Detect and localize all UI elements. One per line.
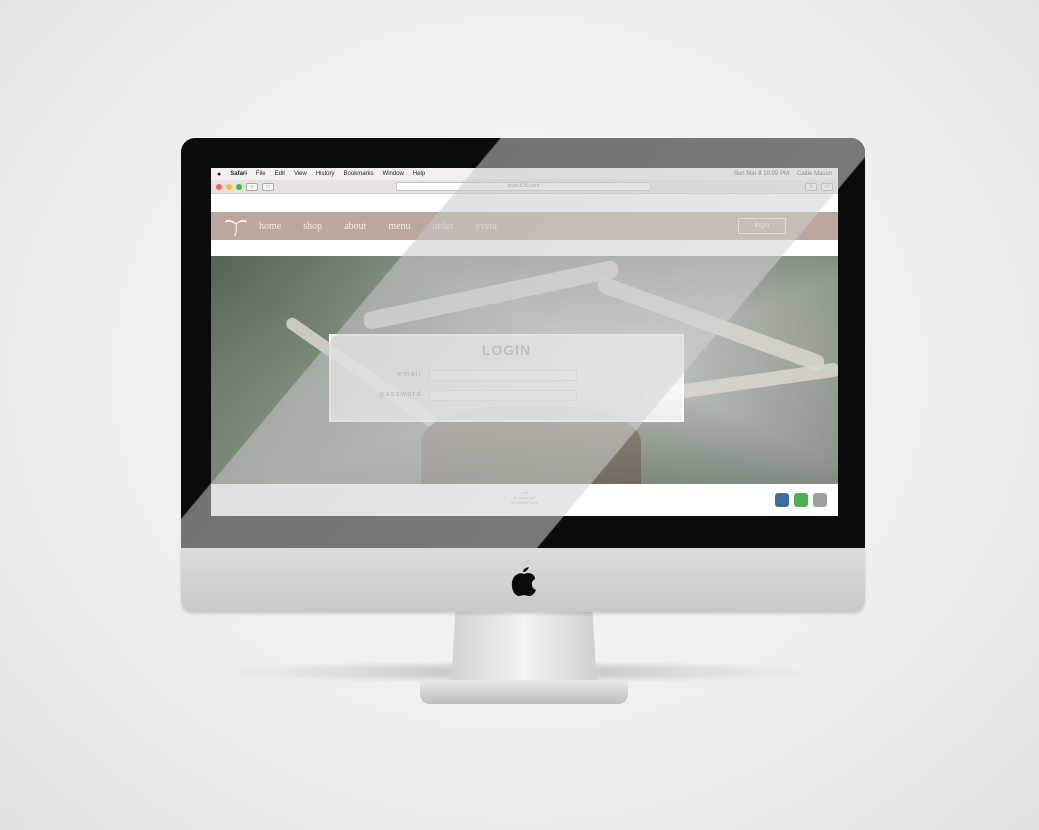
screen: ● Safari File Edit View History Bookmark… <box>211 168 838 516</box>
nav-menu[interactable]: menu <box>388 221 410 232</box>
menu-window[interactable]: Window <box>383 171 404 177</box>
facebook-icon[interactable] <box>775 493 789 507</box>
menu-history[interactable]: History <box>316 171 335 177</box>
minimize-window-icon[interactable] <box>226 183 232 190</box>
hero-image: LOGIN email password <box>211 256 838 484</box>
share-icon[interactable]: ⇧ <box>805 182 817 191</box>
back-forward-button[interactable]: ‹› <box>246 182 258 191</box>
menu-bookmarks[interactable]: Bookmarks <box>344 171 374 177</box>
email-row: email <box>331 370 682 382</box>
menu-view[interactable]: View <box>294 171 307 177</box>
menubar-clock[interactable]: Sun Mar 8 10:05 PM <box>734 171 789 177</box>
imac-stand-base <box>420 680 628 704</box>
mac-menubar: ● Safari File Edit View History Bookmark… <box>211 168 838 180</box>
password-label: password <box>380 391 422 398</box>
apple-logo-icon <box>511 567 536 596</box>
footer-text: b2tll © Copyright info@b2tll.com <box>211 484 838 505</box>
palm-tree-logo-icon[interactable] <box>225 216 247 236</box>
login-card: LOGIN email password <box>329 334 684 422</box>
nav-home[interactable]: home <box>259 221 281 232</box>
nav-shop[interactable]: shop <box>303 221 322 232</box>
email-label: email <box>397 371 422 378</box>
nav-about[interactable]: about <box>344 221 366 232</box>
tabs-icon[interactable]: □ <box>821 182 833 191</box>
address-bar[interactable]: www.b2tll.com <box>396 182 651 191</box>
whatsapp-icon[interactable] <box>794 493 808 507</box>
imac-bezel: ● Safari File Edit View History Bookmark… <box>181 138 865 548</box>
menu-file[interactable]: File <box>256 171 266 177</box>
safari-toolbar: ‹› □ www.b2tll.com ⇧ □ <box>211 180 838 194</box>
password-row: password <box>331 390 682 402</box>
close-window-icon[interactable] <box>216 183 222 190</box>
zoom-window-icon[interactable] <box>236 183 242 190</box>
email-field[interactable] <box>429 370 577 381</box>
instagram-icon[interactable] <box>813 493 827 507</box>
menu-app-name[interactable]: Safari <box>230 171 247 177</box>
menu-help[interactable]: Help <box>413 171 425 177</box>
footer-line: info@b2tll.com <box>511 500 538 505</box>
nav-event[interactable]: event <box>476 221 498 232</box>
apple-menu-icon[interactable]: ● <box>217 171 221 178</box>
site-footer: b2tll © Copyright info@b2tll.com <box>211 484 838 516</box>
menubar-status-area: Sun Mar 8 10:05 PM Caitie Mason <box>734 171 832 177</box>
nav-order[interactable]: order <box>433 221 454 232</box>
login-button[interactable]: login <box>738 218 786 234</box>
login-title: LOGIN <box>481 342 532 358</box>
sidebar-toggle-icon[interactable]: □ <box>262 182 274 191</box>
menubar-user[interactable]: Caitie Mason <box>797 171 832 177</box>
hero-branch <box>361 259 621 331</box>
menu-edit[interactable]: Edit <box>275 171 285 177</box>
imac-stand-neck <box>451 612 597 684</box>
site-nav: home shop about menu order event login <box>211 212 838 240</box>
password-field[interactable] <box>429 390 577 401</box>
